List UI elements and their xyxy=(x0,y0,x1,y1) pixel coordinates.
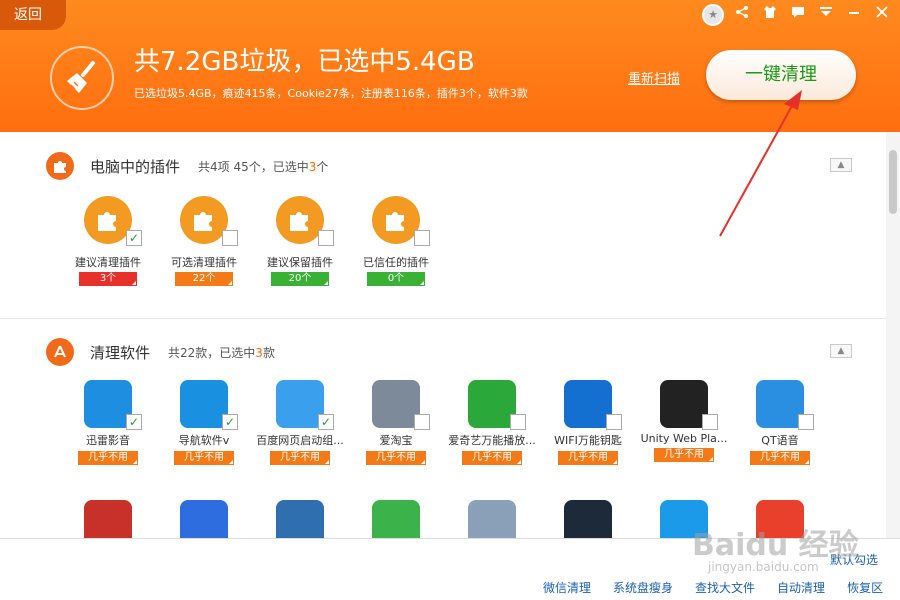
summary-headline: 共7.2GB垃圾，已选中5.4GB xyxy=(134,47,475,77)
iqiyi-player-icon[interactable] xyxy=(468,380,526,430)
software-name: 迅雷影音 xyxy=(86,434,130,447)
plugin-puzzle-icon[interactable] xyxy=(276,196,334,246)
plugin-category[interactable]: ✓ 建议清理插件 3个 xyxy=(68,196,148,286)
wifi-key-icon[interactable] xyxy=(564,380,622,430)
baidu-paw-icon[interactable]: ✓ xyxy=(276,380,334,430)
ai-taobao-icon[interactable] xyxy=(372,380,430,430)
software-item[interactable]: 爱奇艺万能播放... 几乎不用 xyxy=(444,380,540,465)
section-divider xyxy=(0,318,886,319)
unity-icon[interactable] xyxy=(660,380,718,430)
usage-badge[interactable]: 几乎不用 xyxy=(462,451,522,465)
scrollbar-thumb[interactable] xyxy=(889,150,897,214)
plugin-puzzle-icon[interactable]: ✓ xyxy=(84,196,142,246)
software-checkbox[interactable] xyxy=(510,414,526,430)
software-section-title: 清理软件 xyxy=(90,343,151,362)
plugin-checkbox[interactable] xyxy=(318,230,334,246)
software-name: 爱奇艺万能播放... xyxy=(448,434,536,447)
plugins-section-title: 电脑中的插件 xyxy=(90,157,181,176)
plugin-puzzle-icon[interactable] xyxy=(372,196,430,246)
software-checkbox[interactable] xyxy=(606,414,622,430)
wechat-clean-link[interactable]: 微信清理 xyxy=(543,579,591,596)
footer-links: 微信清理 系统盘瘦身 查找大文件 自动清理 恢复区 xyxy=(543,579,883,596)
share-icon[interactable] xyxy=(732,5,752,25)
software-collapse-button[interactable]: ▲ xyxy=(830,344,852,358)
plugins-collapse-button[interactable]: ▲ xyxy=(830,158,852,172)
software-checkbox[interactable]: ✓ xyxy=(222,414,238,430)
one-click-clean-button[interactable]: 一键清理 xyxy=(706,50,856,100)
software-checkbox[interactable] xyxy=(702,414,718,430)
plugin-puzzle-icon[interactable] xyxy=(180,196,238,246)
software-item[interactable]: ✓ 百度网页启动组... 几乎不用 xyxy=(252,380,348,465)
plugin-count-badge[interactable]: 20个 xyxy=(271,272,329,286)
software-name: WIFI万能钥匙 xyxy=(554,434,622,447)
usage-badge[interactable]: 几乎不用 xyxy=(174,451,234,465)
cleanup-window: 返回 ★ 共7.2GB垃圾，已选中5.4GB 已选垃圾5.4GB，痕迹415条，… xyxy=(0,0,900,600)
software-checkbox[interactable] xyxy=(798,414,814,430)
software-item[interactable]: ✓ 导航软件v 几乎不用 xyxy=(156,380,252,465)
software-checkbox[interactable]: ✓ xyxy=(126,414,142,430)
header-banner: 返回 ★ 共7.2GB垃圾，已选中5.4GB 已选垃圾5.4GB，痕迹415条，… xyxy=(0,0,900,132)
plugins-section-count: 共4项 45个，已选中3个 xyxy=(198,159,329,174)
window-controls: ★ xyxy=(702,2,892,28)
default-select-link[interactable]: 默认勾选 xyxy=(830,551,878,568)
summary-details: 已选垃圾5.4GB，痕迹415条，Cookie27条，注册表116条，插件3个，… xyxy=(134,87,528,100)
plugin-count-badge[interactable]: 22个 xyxy=(175,272,233,286)
plugin-category[interactable]: 已信任的插件 0个 xyxy=(356,196,436,286)
software-item[interactable]: QT语音几乎不用 xyxy=(732,380,828,465)
software-item[interactable]: ✓ 迅雷影音几乎不用 xyxy=(60,380,156,465)
broom-icon xyxy=(50,46,114,110)
software-section-count: 共22款，已选中3款 xyxy=(168,345,275,360)
menu-icon[interactable] xyxy=(816,5,836,25)
usage-badge[interactable]: 几乎不用 xyxy=(654,448,714,462)
recovery-area-link[interactable]: 恢复区 xyxy=(847,579,883,596)
xunlei-player-icon[interactable]: ✓ xyxy=(84,380,142,430)
footer-bar: 默认勾选 微信清理 系统盘瘦身 查找大文件 自动清理 恢复区 xyxy=(0,538,900,600)
close-icon[interactable] xyxy=(872,5,892,25)
software-name: 爱淘宝 xyxy=(379,434,413,447)
plugin-category-label: 建议清理插件 xyxy=(75,256,141,269)
skin-icon[interactable] xyxy=(760,5,780,25)
usage-badge[interactable]: 几乎不用 xyxy=(558,451,618,465)
plugin-checkbox[interactable] xyxy=(414,230,430,246)
plugin-category-label: 建议保留插件 xyxy=(267,256,333,269)
usage-badge[interactable]: 几乎不用 xyxy=(78,451,138,465)
qt-voice-icon[interactable] xyxy=(756,380,814,430)
software-name: 百度网页启动组... xyxy=(256,434,344,447)
plugin-category[interactable]: 建议保留插件 20个 xyxy=(260,196,340,286)
software-name: 导航软件v xyxy=(178,434,230,447)
software-checkbox[interactable] xyxy=(414,414,430,430)
plugin-category-label: 可选清理插件 xyxy=(171,256,237,269)
software-name: Unity Web Pla... xyxy=(640,432,728,445)
software-item[interactable]: 爱淘宝 几乎不用 xyxy=(348,380,444,465)
plugins-section-header: 电脑中的插件 共4项 45个，已选中3个 xyxy=(46,152,328,180)
plugin-checkbox[interactable]: ✓ xyxy=(126,230,142,246)
software-item[interactable]: Unity Web Pla... 几乎不用 xyxy=(636,380,732,462)
puzzle-icon xyxy=(46,152,74,180)
software-section-header: 清理软件 共22款，已选中3款 xyxy=(46,338,275,366)
auto-clean-link[interactable]: 自动清理 xyxy=(777,579,825,596)
plugin-category[interactable]: 可选清理插件 22个 xyxy=(164,196,244,286)
software-item[interactable]: WIFI万能钥匙 几乎不用 xyxy=(540,380,636,465)
ie-browser-icon[interactable]: ✓ xyxy=(180,380,238,430)
system-disk-slim-link[interactable]: 系统盘瘦身 xyxy=(613,579,673,596)
back-button[interactable]: 返回 xyxy=(0,0,66,30)
plugin-checkbox[interactable] xyxy=(222,230,238,246)
usage-badge[interactable]: 几乎不用 xyxy=(270,451,330,465)
plugin-count-badge[interactable]: 0个 xyxy=(367,272,425,286)
minimize-icon[interactable] xyxy=(844,5,864,25)
medal-icon[interactable]: ★ xyxy=(702,4,724,26)
plugin-category-label: 已信任的插件 xyxy=(363,256,429,269)
feedback-icon[interactable] xyxy=(788,5,808,25)
find-large-files-link[interactable]: 查找大文件 xyxy=(695,579,755,596)
software-checkbox[interactable]: ✓ xyxy=(318,414,334,430)
app-store-icon xyxy=(46,338,74,366)
rescan-link[interactable]: 重新扫描 xyxy=(628,68,680,87)
software-name: QT语音 xyxy=(761,434,799,447)
usage-badge[interactable]: 几乎不用 xyxy=(750,451,810,465)
plugin-count-badge[interactable]: 3个 xyxy=(79,272,137,286)
usage-badge[interactable]: 几乎不用 xyxy=(366,451,426,465)
